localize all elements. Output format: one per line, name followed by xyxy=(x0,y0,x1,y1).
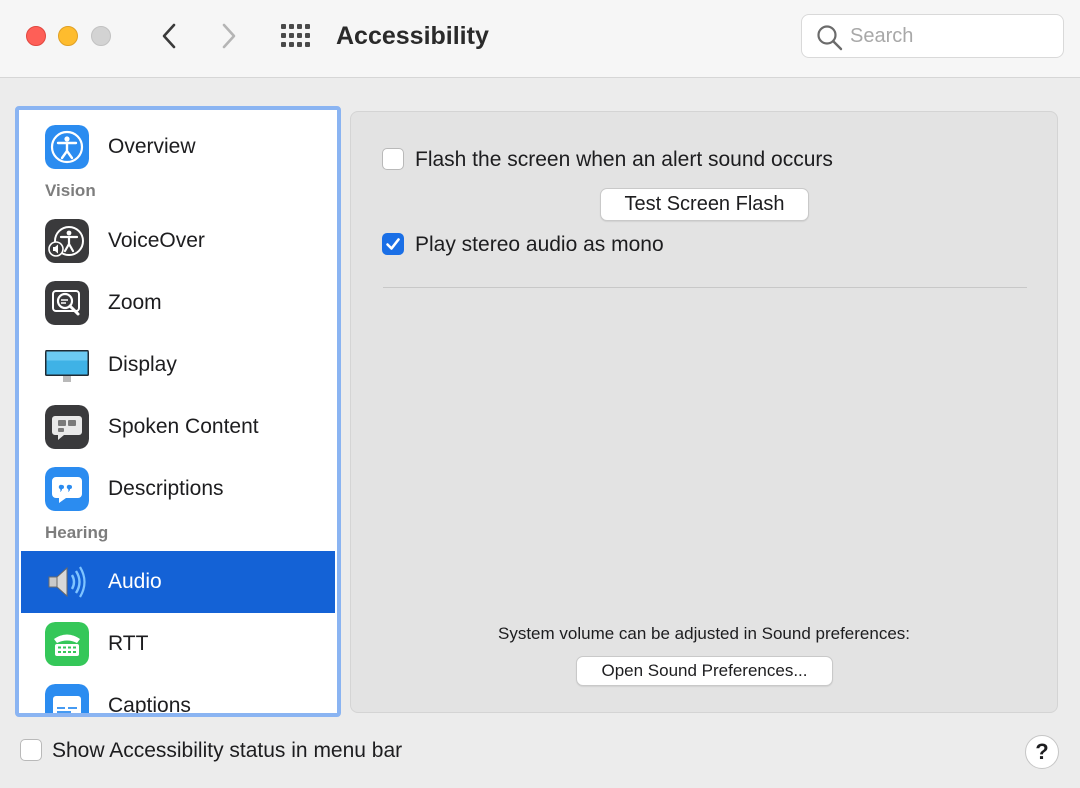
title-bar: Accessibility xyxy=(0,0,1080,78)
sidebar-item-spoken-content[interactable]: Spoken Content xyxy=(21,396,335,458)
sidebar-item-descriptions[interactable]: Descriptions xyxy=(21,458,335,520)
flash-screen-checkbox[interactable] xyxy=(382,148,404,170)
search-icon xyxy=(817,25,843,51)
window-title: Accessibility xyxy=(336,22,489,50)
test-screen-flash-button[interactable]: Test Screen Flash xyxy=(600,188,809,221)
sidebar-item-rtt[interactable]: RTT xyxy=(21,613,335,675)
accessibility-person-icon xyxy=(45,125,89,169)
forward-button[interactable] xyxy=(214,20,244,52)
show-status-menu-checkbox[interactable] xyxy=(20,739,42,761)
display-icon xyxy=(45,350,89,382)
section-header-vision: Vision xyxy=(45,181,96,200)
section-header-hearing: Hearing xyxy=(45,523,109,542)
search-field[interactable] xyxy=(801,14,1064,58)
help-button[interactable]: ? xyxy=(1025,735,1059,769)
close-window-button[interactable] xyxy=(26,26,46,46)
speech-bubble-icon xyxy=(45,405,89,449)
sidebar-item-label: Audio xyxy=(108,570,162,593)
chevron-right-icon xyxy=(222,23,236,49)
audio-settings-panel: Flash the screen when an alert sound occ… xyxy=(350,111,1058,713)
show-all-button[interactable] xyxy=(279,22,313,50)
sidebar-item-zoom[interactable]: Zoom xyxy=(21,272,335,334)
grid-icon xyxy=(281,24,310,47)
sidebar-item-label: VoiceOver xyxy=(108,229,205,252)
quote-bubble-icon xyxy=(45,467,89,511)
zoom-window-button[interactable] xyxy=(91,26,111,46)
sidebar-item-label: Spoken Content xyxy=(108,415,259,438)
sidebar-item-label: Overview xyxy=(108,135,196,158)
telephone-icon xyxy=(45,622,89,666)
sidebar-item-label: Zoom xyxy=(108,291,162,314)
sidebar-item-label: Descriptions xyxy=(108,477,224,500)
flash-screen-label: Flash the screen when an alert sound occ… xyxy=(415,148,833,171)
volume-note: System volume can be adjusted in Sound p… xyxy=(497,624,911,643)
sidebar-item-display[interactable]: Display xyxy=(21,334,335,396)
zoom-icon xyxy=(45,281,89,325)
divider xyxy=(383,287,1027,288)
stereo-mono-label: Play stereo audio as mono xyxy=(415,233,664,256)
sidebar-item-audio[interactable]: Audio xyxy=(21,551,335,613)
sidebar[interactable]: Overview Vision VoiceOver Zoom Display S… xyxy=(15,106,341,717)
open-sound-preferences-button[interactable]: Open Sound Preferences... xyxy=(576,656,833,686)
back-button[interactable] xyxy=(154,20,184,52)
sidebar-item-label: Captions xyxy=(108,694,191,717)
sidebar-item-label: Display xyxy=(108,353,177,376)
minimize-window-button[interactable] xyxy=(58,26,78,46)
show-status-menu-label: Show Accessibility status in menu bar xyxy=(52,739,403,762)
search-input[interactable] xyxy=(850,21,1050,51)
chevron-left-icon xyxy=(162,23,176,49)
captions-icon xyxy=(45,684,89,713)
checkmark-icon xyxy=(386,238,400,250)
speaker-icon xyxy=(48,566,86,598)
sidebar-item-voiceover[interactable]: VoiceOver xyxy=(21,210,335,272)
sidebar-item-overview[interactable]: Overview xyxy=(21,116,335,178)
sidebar-item-label: RTT xyxy=(108,632,149,655)
sidebar-item-captions[interactable]: Captions xyxy=(21,675,335,717)
stereo-mono-checkbox[interactable] xyxy=(382,233,404,255)
voiceover-icon xyxy=(45,219,89,263)
